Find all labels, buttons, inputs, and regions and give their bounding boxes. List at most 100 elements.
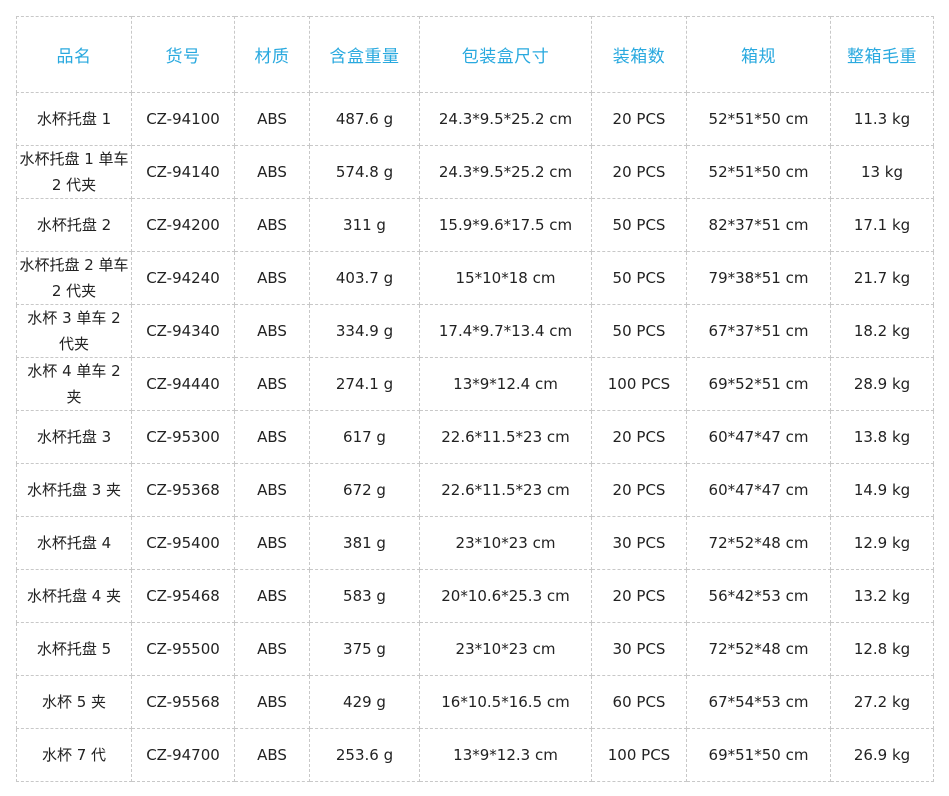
weight-cell: 375 g	[309, 622, 420, 676]
name-cell: 水杯托盘 2	[16, 198, 132, 252]
carton-cell: 67*37*51 cm	[686, 304, 831, 358]
product-spec-table: 品名 货号 材质 含盒重量 包装盒尺寸 装箱数 箱规 整箱毛重 水杯托盘 1 CZ-94100 A…	[16, 16, 934, 782]
table-row: 水杯 3 单车 2 代夹 CZ-94340 ABS 334.9 g 17.4*9.7*1…	[16, 304, 934, 358]
table-row: 水杯托盘 3 CZ-95300 ABS 617 g 22.6*11.5*23 cm 20 …	[16, 410, 934, 464]
qty-cell: 20 PCS	[591, 569, 687, 623]
box-size-cell: 20*10.6*25.3 cm	[419, 569, 592, 623]
table-row: 水杯托盘 1 单车 2 代夹 CZ-94140 ABS 574.8 g 24.3*9.5…	[16, 145, 934, 199]
header-box-size: 包装盒尺寸	[419, 16, 592, 93]
gross-weight-cell: 18.2 kg	[830, 304, 934, 358]
table-row: 水杯托盘 4 CZ-95400 ABS 381 g 23*10*23 cm 30 PCS 7…	[16, 516, 934, 570]
box-size-cell: 15.9*9.6*17.5 cm	[419, 198, 592, 252]
table-row: 水杯托盘 2 单车 2 代夹 CZ-94240 ABS 403.7 g 15*10*18…	[16, 251, 934, 305]
weight-cell: 672 g	[309, 463, 420, 517]
weight-cell: 274.1 g	[309, 357, 420, 411]
material-cell: ABS	[234, 357, 310, 411]
gross-weight-cell: 26.9 kg	[830, 728, 934, 782]
qty-cell: 50 PCS	[591, 198, 687, 252]
qty-cell: 50 PCS	[591, 251, 687, 305]
gross-weight-cell: 14.9 kg	[830, 463, 934, 517]
table-body: 水杯托盘 1 CZ-94100 ABS 487.6 g 24.3*9.5*25.2 cm…	[16, 92, 934, 782]
carton-cell: 69*51*50 cm	[686, 728, 831, 782]
name-cell: 水杯托盘 5	[16, 622, 132, 676]
gross-weight-cell: 12.8 kg	[830, 622, 934, 676]
weight-cell: 429 g	[309, 675, 420, 729]
table-row: 水杯 7 代 CZ-94700 ABS 253.6 g 13*9*12.3 cm 100 …	[16, 728, 934, 782]
carton-cell: 52*51*50 cm	[686, 92, 831, 146]
header-gross-weight: 整箱毛重	[830, 16, 934, 93]
qty-cell: 30 PCS	[591, 622, 687, 676]
name-cell: 水杯 4 单车 2 夹	[16, 357, 132, 411]
carton-cell: 82*37*51 cm	[686, 198, 831, 252]
material-cell: ABS	[234, 198, 310, 252]
sku-cell: CZ-95300	[131, 410, 235, 464]
carton-cell: 72*52*48 cm	[686, 622, 831, 676]
qty-cell: 60 PCS	[591, 675, 687, 729]
qty-cell: 20 PCS	[591, 145, 687, 199]
carton-cell: 60*47*47 cm	[686, 410, 831, 464]
box-size-cell: 13*9*12.4 cm	[419, 357, 592, 411]
name-cell: 水杯托盘 2 单车 2 代夹	[16, 251, 132, 305]
gross-weight-cell: 21.7 kg	[830, 251, 934, 305]
name-cell: 水杯 3 单车 2 代夹	[16, 304, 132, 358]
qty-cell: 20 PCS	[591, 410, 687, 464]
qty-cell: 100 PCS	[591, 357, 687, 411]
sku-cell: CZ-94340	[131, 304, 235, 358]
box-size-cell: 22.6*11.5*23 cm	[419, 410, 592, 464]
qty-cell: 20 PCS	[591, 92, 687, 146]
name-cell: 水杯托盘 3 夹	[16, 463, 132, 517]
gross-weight-cell: 12.9 kg	[830, 516, 934, 570]
weight-cell: 583 g	[309, 569, 420, 623]
box-size-cell: 17.4*9.7*13.4 cm	[419, 304, 592, 358]
header-material: 材质	[234, 16, 310, 93]
table-row: 水杯 5 夹 CZ-95568 ABS 429 g 16*10.5*16.5 cm 60 …	[16, 675, 934, 729]
gross-weight-cell: 17.1 kg	[830, 198, 934, 252]
carton-cell: 52*51*50 cm	[686, 145, 831, 199]
gross-weight-cell: 13.8 kg	[830, 410, 934, 464]
box-size-cell: 13*9*12.3 cm	[419, 728, 592, 782]
header-carton: 箱规	[686, 16, 831, 93]
weight-cell: 487.6 g	[309, 92, 420, 146]
box-size-cell: 23*10*23 cm	[419, 622, 592, 676]
weight-cell: 311 g	[309, 198, 420, 252]
name-cell: 水杯托盘 4	[16, 516, 132, 570]
sku-cell: CZ-94100	[131, 92, 235, 146]
gross-weight-cell: 13 kg	[830, 145, 934, 199]
box-size-cell: 16*10.5*16.5 cm	[419, 675, 592, 729]
material-cell: ABS	[234, 463, 310, 517]
gross-weight-cell: 13.2 kg	[830, 569, 934, 623]
carton-cell: 56*42*53 cm	[686, 569, 831, 623]
carton-cell: 79*38*51 cm	[686, 251, 831, 305]
header-qty: 装箱数	[591, 16, 687, 93]
gross-weight-cell: 11.3 kg	[830, 92, 934, 146]
carton-cell: 67*54*53 cm	[686, 675, 831, 729]
gross-weight-cell: 27.2 kg	[830, 675, 934, 729]
qty-cell: 20 PCS	[591, 463, 687, 517]
material-cell: ABS	[234, 304, 310, 358]
material-cell: ABS	[234, 145, 310, 199]
name-cell: 水杯托盘 4 夹	[16, 569, 132, 623]
qty-cell: 100 PCS	[591, 728, 687, 782]
box-size-cell: 22.6*11.5*23 cm	[419, 463, 592, 517]
sku-cell: CZ-94240	[131, 251, 235, 305]
table-row: 水杯托盘 4 夹 CZ-95468 ABS 583 g 20*10.6*25.3 cm 2…	[16, 569, 934, 623]
sku-cell: CZ-95400	[131, 516, 235, 570]
sku-cell: CZ-95468	[131, 569, 235, 623]
box-size-cell: 24.3*9.5*25.2 cm	[419, 145, 592, 199]
sku-cell: CZ-94140	[131, 145, 235, 199]
material-cell: ABS	[234, 516, 310, 570]
weight-cell: 617 g	[309, 410, 420, 464]
table-row: 水杯托盘 1 CZ-94100 ABS 487.6 g 24.3*9.5*25.2 cm…	[16, 92, 934, 146]
material-cell: ABS	[234, 675, 310, 729]
qty-cell: 30 PCS	[591, 516, 687, 570]
weight-cell: 253.6 g	[309, 728, 420, 782]
name-cell: 水杯托盘 1	[16, 92, 132, 146]
carton-cell: 60*47*47 cm	[686, 463, 831, 517]
material-cell: ABS	[234, 410, 310, 464]
name-cell: 水杯托盘 1 单车 2 代夹	[16, 145, 132, 199]
material-cell: ABS	[234, 251, 310, 305]
box-size-cell: 24.3*9.5*25.2 cm	[419, 92, 592, 146]
material-cell: ABS	[234, 569, 310, 623]
weight-cell: 381 g	[309, 516, 420, 570]
sku-cell: CZ-95568	[131, 675, 235, 729]
